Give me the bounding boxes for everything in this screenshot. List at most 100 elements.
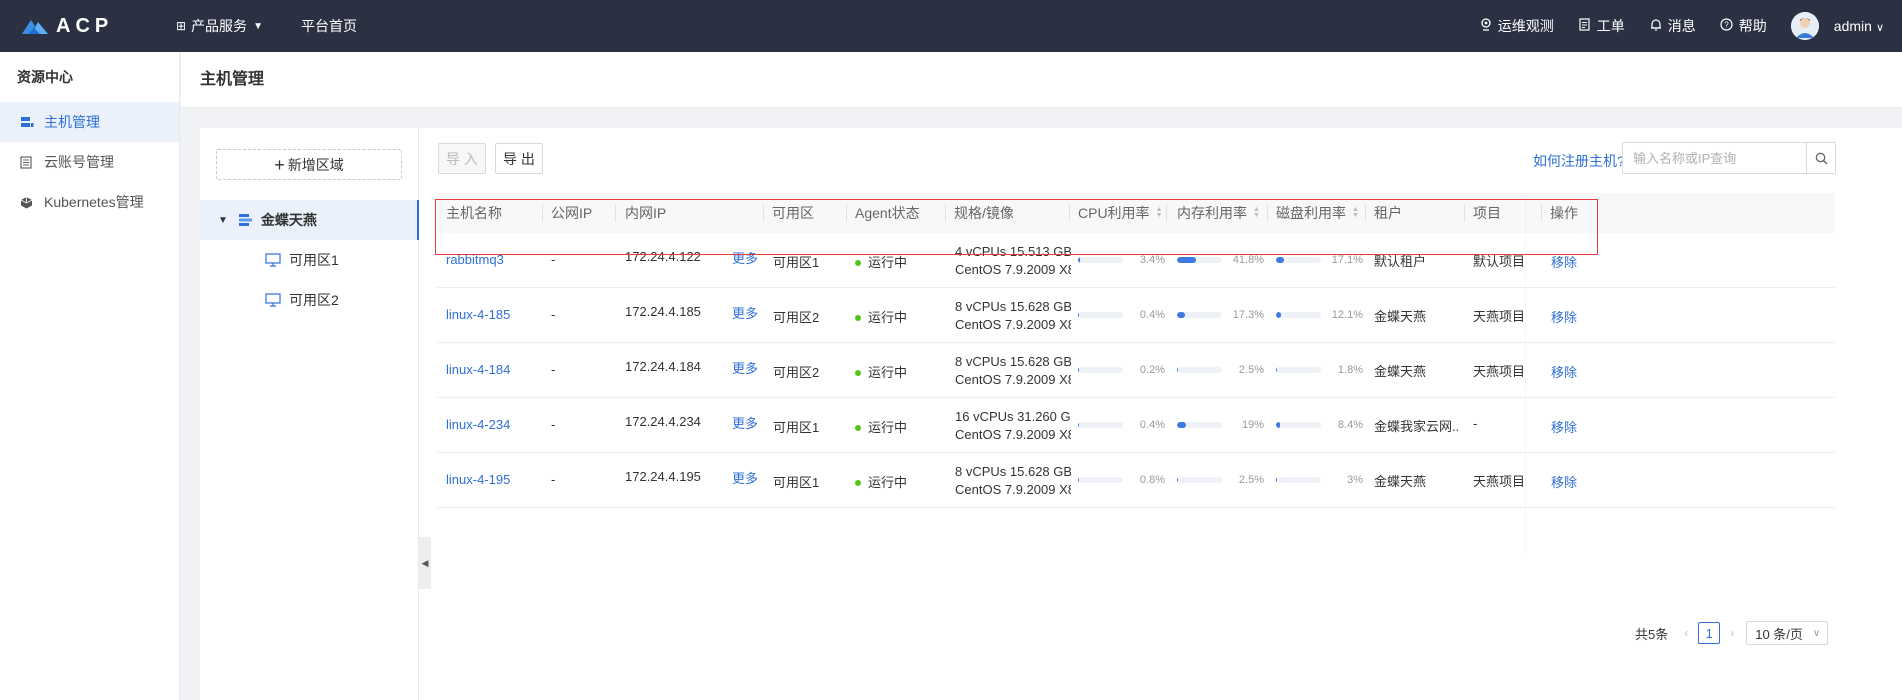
tree-node-root[interactable]: ▼ 金蝶天燕 [200, 200, 419, 240]
sidebar-item-cloud-account[interactable]: 云账号管理 [0, 142, 179, 182]
remove-link[interactable]: 移除 [1551, 417, 1577, 436]
host-name-link[interactable]: linux-4-195 [446, 472, 510, 487]
image-label: CentOS 7.9.2009 X86_ [955, 427, 1071, 442]
sort-icon: ▲ ▼ [1155, 206, 1163, 219]
sidebar: 资源中心 主机管理 云账号管理 Kubernetes管理 [0, 52, 180, 700]
disk-usage-fill [1276, 422, 1280, 428]
table-row: linux-4-195 - 172.24.4.195 更多 可用区1 运行中 8 vCPUs… [437, 453, 1835, 508]
more-link[interactable]: 更多 [732, 468, 758, 487]
top-navbar: ACP ⊞ 产品服务 ▼ 平台首页 运维观测 工单 消息 ? 帮助 admin … [0, 0, 1902, 52]
spec-label: 4 vCPUs 15.513 GB [955, 244, 1071, 259]
image-label: CentOS 7.9.2009 X86_ [955, 482, 1071, 497]
more-link[interactable]: 更多 [732, 413, 758, 432]
public-ip-cell: - [551, 362, 556, 377]
page-size-select[interactable]: 10 条/页 ∨ [1746, 621, 1829, 645]
mem-usage-value: 17.3% [1232, 309, 1264, 321]
ops-observe-label: 运维观测 [1497, 18, 1554, 34]
spec-label: 8 vCPUs 15.628 GB [955, 354, 1071, 369]
host-name-link[interactable]: linux-4-185 [446, 307, 510, 322]
help-label: 帮助 [1738, 18, 1767, 34]
remove-link[interactable]: 移除 [1551, 362, 1577, 381]
table-row: linux-4-185 - 172.24.4.185 更多 可用区2 运行中 8 vCPUs… [437, 288, 1835, 343]
mem-usage-bar [1177, 477, 1222, 483]
private-ip-cell: 172.24.4.184 [625, 359, 701, 374]
user-avatar[interactable] [1790, 12, 1819, 40]
col-mem[interactable]: 内存利用率 ▲ ▼ [1177, 193, 1260, 233]
import-button[interactable]: 导 入 [438, 143, 486, 174]
more-link[interactable]: 更多 [732, 248, 758, 267]
sidebar-item-label: 主机管理 [44, 114, 100, 130]
disk-usage-fill [1276, 477, 1278, 483]
host-name-link[interactable]: linux-4-234 [446, 417, 510, 432]
spec-cell: 8 vCPUs 15.628 GB CentOS 7.9.2009 X86_ [955, 298, 1071, 334]
agent-status-label: 运行中 [868, 310, 908, 325]
ticket-link[interactable]: 工单 [1578, 16, 1625, 36]
status-dot-icon [855, 259, 861, 266]
platform-home-link[interactable]: 平台首页 [301, 0, 357, 52]
tree-root-label: 金蝶天燕 [260, 212, 317, 228]
mem-usage-value: 2.5% [1238, 474, 1264, 486]
user-menu[interactable]: admin ∨ [1834, 18, 1884, 34]
remove-link[interactable]: 移除 [1551, 252, 1577, 271]
mem-usage-bar [1177, 367, 1222, 373]
agent-status-label: 运行中 [868, 365, 908, 380]
remove-link[interactable]: 移除 [1551, 307, 1577, 326]
col-disk[interactable]: 磁盘利用率 ▲ ▼ [1276, 193, 1359, 233]
status-dot-icon [855, 369, 861, 376]
region-icon [238, 213, 253, 227]
col-agent: Agent状态 [855, 205, 920, 221]
more-link[interactable]: 更多 [732, 358, 758, 377]
sidebar-item-kubernetes[interactable]: Kubernetes管理 [0, 182, 179, 222]
col-public-ip: 公网IP [551, 205, 593, 221]
products-menu-label: 产品服务 [191, 18, 248, 34]
search-button[interactable] [1806, 142, 1836, 174]
image-label: CentOS 7.9.2009 X86_ [955, 317, 1071, 332]
logo-text: ACP [56, 14, 114, 37]
mem-usage-fill [1177, 477, 1179, 483]
cpu-usage-bar [1078, 257, 1123, 263]
mem-usage-fill [1177, 367, 1179, 373]
prev-page-button[interactable]: ‹ [1680, 626, 1692, 640]
mem-usage-value: 19% [1241, 419, 1264, 431]
products-menu[interactable]: ⊞ 产品服务 ▼ [176, 0, 263, 52]
add-region-button[interactable]: + 新增区域 [216, 149, 402, 180]
table-header: 主机名称 公网IP 内网IP 可用区 Agent状态 规格/镜像 CPU利用率 ▲… [437, 193, 1835, 233]
spec-cell: 8 vCPUs 15.628 GB CentOS 7.9.2009 X86_ [955, 463, 1071, 499]
host-list-panel: 导 入 导 出 如何注册主机? 主机名称 公网IP 内网IP 可用区 Agent… [420, 128, 1902, 700]
disk-usage-value: 17.1% [1331, 254, 1363, 266]
status-dot-icon [855, 479, 861, 486]
ops-observe-link[interactable]: 运维观测 [1479, 16, 1554, 36]
tree-node-zone2[interactable]: 可用区2 [265, 280, 339, 320]
svg-text:?: ? [1725, 21, 1730, 30]
disk-usage-value: 8.4% [1337, 419, 1363, 431]
tree-leaf-label: 可用区1 [289, 252, 339, 268]
mem-usage-value: 41.8% [1232, 254, 1264, 266]
project-cell: 天燕项目 [1473, 474, 1526, 489]
table-row: rabbitmq3 - 172.24.4.122 更多 可用区1 运行中 4 vCPUs 1… [437, 233, 1835, 288]
public-ip-cell: - [551, 472, 556, 487]
host-name-link[interactable]: linux-4-184 [446, 362, 510, 377]
page-size-label: 10 条/页 [1755, 626, 1803, 642]
col-zone: 可用区 [772, 205, 814, 221]
search-input[interactable] [1622, 142, 1807, 174]
disk-usage-fill [1276, 367, 1277, 373]
remove-link[interactable]: 移除 [1551, 472, 1577, 491]
chevron-down-icon: ∨ [1812, 627, 1821, 639]
help-link[interactable]: ? 帮助 [1720, 16, 1767, 36]
page-1-button[interactable]: 1 [1698, 622, 1721, 644]
acp-logo[interactable]: ACP [20, 11, 132, 41]
sidebar-item-host-management[interactable]: 主机管理 [0, 102, 179, 142]
tenant-cell: 金蝶天燕 [1374, 309, 1427, 324]
tree-node-zone1[interactable]: 可用区1 [265, 240, 339, 280]
help-circle-icon: ? [1720, 18, 1734, 34]
next-page-button[interactable]: › [1726, 626, 1738, 640]
messages-link[interactable]: 消息 [1649, 16, 1696, 36]
host-name-link[interactable]: rabbitmq3 [446, 252, 504, 267]
how-to-register-link[interactable]: 如何注册主机? [1533, 151, 1625, 171]
col-cpu[interactable]: CPU利用率 ▲ ▼ [1078, 193, 1163, 233]
export-button[interactable]: 导 出 [495, 143, 543, 174]
more-link[interactable]: 更多 [732, 303, 758, 322]
tenant-cell: 默认租户 [1374, 254, 1427, 269]
tenant-cell: 金蝶天燕 [1374, 364, 1427, 379]
content-panel: + 新增区域 ▼ 金蝶天燕 可用区1 可用区2 ◀ 导 入 导 出 如何注册主机… [200, 128, 1902, 700]
